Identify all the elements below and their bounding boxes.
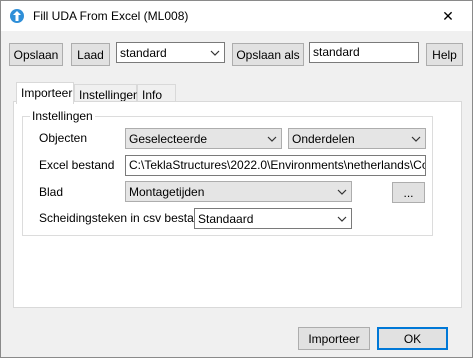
attribute-set-dropdown[interactable]: standard — [116, 42, 225, 63]
close-button[interactable]: ✕ — [425, 1, 471, 31]
sheet-label: Blad — [39, 185, 64, 199]
tab-label: Info — [142, 88, 163, 102]
chevron-down-icon — [333, 209, 351, 228]
save-button[interactable]: Opslaan — [9, 43, 63, 66]
excel-file-label: Excel bestand — [39, 158, 115, 172]
tekla-logo-icon — [10, 9, 24, 23]
attribute-set-value: standard — [120, 45, 167, 60]
save-as-button[interactable]: Opslaan als — [232, 43, 304, 66]
chevron-down-icon — [333, 182, 351, 201]
browse-button[interactable]: ... — [392, 182, 425, 203]
load-button-label: Laad — [77, 47, 104, 62]
title-bar: Fill UDA From Excel (ML008) ✕ — [1, 1, 472, 31]
ok-button[interactable]: OK — [377, 327, 448, 350]
objects-type-value: Onderdelen — [292, 131, 355, 146]
sheet-dropdown[interactable]: Montagetijden — [125, 181, 352, 202]
dialog-window: Fill UDA From Excel (ML008) ✕ Opslaan La… — [0, 0, 473, 358]
close-icon: ✕ — [442, 7, 454, 24]
settings-group-label: Instellingen — [30, 109, 95, 123]
chevron-down-icon — [407, 129, 425, 148]
chevron-down-icon — [206, 43, 224, 62]
ok-button-label: OK — [403, 331, 422, 346]
excel-file-input[interactable]: C:\TeklaStructures\2022.0\Environments\n… — [125, 155, 426, 176]
csv-separator-dropdown[interactable]: Standaard — [194, 208, 352, 229]
csv-separator-value: Standaard — [198, 211, 254, 226]
chevron-down-icon — [263, 129, 281, 148]
help-button-label: Help — [432, 47, 457, 62]
save-button-label: Opslaan — [13, 47, 59, 62]
objects-label: Objecten — [39, 131, 88, 145]
objects-type-dropdown[interactable]: Onderdelen — [288, 128, 426, 149]
window-title: Fill UDA From Excel (ML008) — [33, 9, 189, 23]
sheet-value: Montagetijden — [129, 184, 205, 199]
csv-separator-label: Scheidingsteken in csv bestand — [39, 211, 208, 225]
objects-scope-value: Geselecteerde — [129, 131, 208, 146]
load-button[interactable]: Laad — [71, 43, 110, 66]
tab-importeer[interactable]: Importeer — [16, 82, 74, 104]
objects-scope-dropdown[interactable]: Geselecteerde — [125, 128, 282, 149]
tab-label: Importeer — [21, 86, 73, 100]
import-button[interactable]: Importeer — [298, 327, 370, 350]
help-button[interactable]: Help — [426, 43, 463, 66]
save-as-name-input[interactable]: standard — [309, 42, 419, 63]
tab-label: Instellingen — [79, 88, 140, 102]
import-button-label: Importeer — [308, 331, 360, 346]
save-as-button-label: Opslaan als — [236, 47, 300, 62]
browse-button-label: ... — [403, 185, 414, 200]
